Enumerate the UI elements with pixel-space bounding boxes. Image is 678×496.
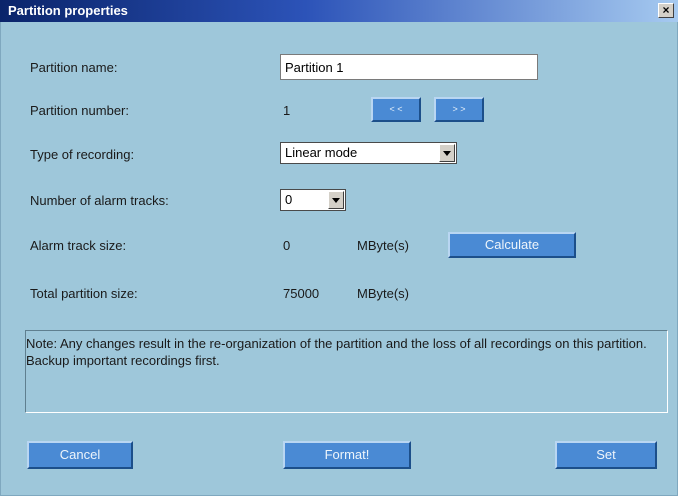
partition-name-label: Partition name:: [30, 60, 118, 75]
previous-partition-button[interactable]: < <: [371, 97, 421, 122]
recording-type-value: Linear mode: [285, 145, 358, 160]
partition-number-value: 1: [283, 103, 291, 118]
total-size-label: Total partition size:: [30, 286, 138, 301]
alarm-track-size-value: 0: [283, 238, 291, 253]
alarm-tracks-label: Number of alarm tracks:: [30, 193, 169, 208]
note-box: Note: Any changes result in the re-organ…: [25, 330, 668, 413]
next-partition-button[interactable]: > >: [434, 97, 484, 122]
title-bar: Partition properties ×: [0, 0, 678, 22]
total-size-unit: MByte(s): [357, 286, 409, 301]
close-icon[interactable]: ×: [658, 3, 674, 18]
alarm-tracks-select[interactable]: 0: [280, 189, 346, 211]
note-text: Note: Any changes result in the re-organ…: [26, 336, 647, 368]
total-size-value: 75000: [283, 286, 320, 301]
calculate-button[interactable]: Calculate: [448, 232, 576, 258]
format-button[interactable]: Format!: [283, 441, 411, 469]
chevron-down-icon[interactable]: [439, 144, 455, 162]
partition-name-input[interactable]: [280, 54, 538, 80]
partition-number-label: Partition number:: [30, 103, 129, 118]
recording-type-select[interactable]: Linear mode: [280, 142, 457, 164]
recording-type-label: Type of recording:: [30, 147, 135, 162]
dialog-body: [0, 22, 678, 496]
chevron-down-icon[interactable]: [328, 191, 344, 209]
alarm-tracks-value: 0: [285, 192, 293, 207]
window-title: Partition properties: [8, 3, 128, 18]
set-button[interactable]: Set: [555, 441, 657, 469]
cancel-button[interactable]: Cancel: [27, 441, 133, 469]
alarm-track-size-unit: MByte(s): [357, 238, 409, 253]
alarm-track-size-label: Alarm track size:: [30, 238, 127, 253]
